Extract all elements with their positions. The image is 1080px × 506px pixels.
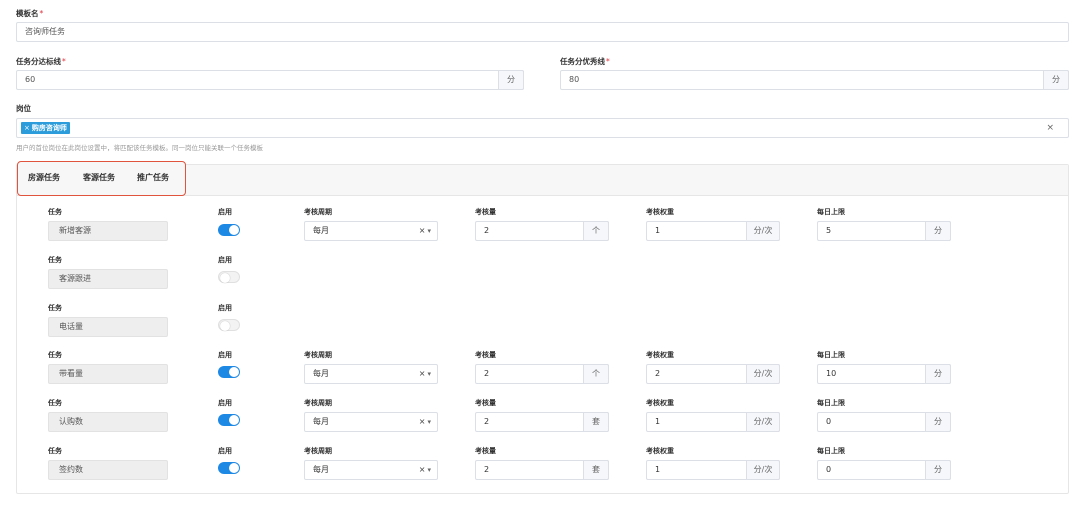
excellent-line-input[interactable]: 80 分 <box>560 70 1069 90</box>
col-amount: 考核量 <box>475 447 496 455</box>
clear-icon[interactable]: × <box>419 226 426 235</box>
weight-input[interactable]: 1 分/次 <box>646 412 780 432</box>
task-name: 认购数 <box>48 412 168 432</box>
tab-customer-tasks[interactable]: 客源任务 <box>83 172 115 183</box>
weight-unit: 分/次 <box>746 221 780 241</box>
limit-unit: 分 <box>925 460 951 480</box>
col-weight: 考核权重 <box>646 351 674 359</box>
position-multiselect[interactable]: × 购房咨询师 × <box>16 118 1069 138</box>
amount-input[interactable]: 2个 <box>475 364 609 384</box>
amount-unit: 套 <box>583 460 609 480</box>
chevron-down-icon: ▾ <box>427 227 431 235</box>
enable-toggle[interactable] <box>218 319 240 331</box>
period-select[interactable]: 每月 × ▾ <box>304 460 438 480</box>
period-select[interactable]: 每月 × ▾ <box>304 221 438 241</box>
col-weight: 考核权重 <box>646 399 674 407</box>
col-daily-limit: 每日上限 <box>817 399 845 407</box>
clear-icon[interactable]: × <box>419 417 426 426</box>
col-period: 考核周期 <box>304 208 332 216</box>
excellent-line-unit: 分 <box>1043 70 1069 90</box>
enable-toggle[interactable] <box>218 462 240 474</box>
col-daily-limit: 每日上限 <box>817 208 845 216</box>
col-task: 任务 <box>48 447 62 455</box>
amount-input[interactable]: 2套 <box>475 412 609 432</box>
col-daily-limit: 每日上限 <box>817 447 845 455</box>
weight-unit: 分/次 <box>746 412 780 432</box>
col-task: 任务 <box>48 351 62 359</box>
limit-input[interactable]: 10 分 <box>817 364 951 384</box>
task-name: 客源跟进 <box>48 269 168 289</box>
enable-toggle[interactable] <box>218 224 240 236</box>
col-task: 任务 <box>48 304 62 312</box>
amount-input[interactable]: 2套 <box>475 460 609 480</box>
col-period: 考核周期 <box>304 447 332 455</box>
col-weight: 考核权重 <box>646 208 674 216</box>
tag-remove-icon[interactable]: × <box>24 124 30 132</box>
task-panel: 房源任务 客源任务 推广任务 <box>16 161 1069 494</box>
tab-bar: 房源任务 客源任务 推广任务 <box>17 161 1068 196</box>
task-name: 签约数 <box>48 460 168 480</box>
template-name-label: 模板名* <box>16 9 44 18</box>
limit-unit: 分 <box>925 412 951 432</box>
enable-toggle[interactable] <box>218 366 240 378</box>
chevron-down-icon: ▾ <box>427 370 431 378</box>
tab-property-tasks[interactable]: 房源任务 <box>28 172 60 183</box>
amount-unit: 个 <box>583 221 609 241</box>
period-select[interactable]: 每月 × ▾ <box>304 412 438 432</box>
limit-unit: 分 <box>925 221 951 241</box>
clear-icon[interactable]: × <box>419 465 426 474</box>
limit-input[interactable]: 0分 <box>817 460 951 480</box>
task-name: 带看量 <box>48 364 168 384</box>
limit-unit: 分 <box>925 364 951 384</box>
task-name: 新增客源 <box>48 221 168 241</box>
col-enabled: 启用 <box>218 256 232 264</box>
col-task: 任务 <box>48 208 62 216</box>
col-enabled: 启用 <box>218 447 232 455</box>
weight-input[interactable]: 1 分/次 <box>646 221 780 241</box>
col-task: 任务 <box>48 256 62 264</box>
weight-unit: 分/次 <box>746 364 780 384</box>
amount-unit: 套 <box>583 412 609 432</box>
pass-line-label: 任务分达标线* <box>16 57 66 66</box>
col-enabled: 启用 <box>218 399 232 407</box>
col-period: 考核周期 <box>304 351 332 359</box>
weight-input[interactable]: 2 分/次 <box>646 364 780 384</box>
amount-input[interactable]: 2个 <box>475 221 609 241</box>
tabs-highlight: 房源任务 客源任务 推广任务 <box>17 161 186 196</box>
weight-unit: 分/次 <box>746 460 780 480</box>
col-amount: 考核量 <box>475 351 496 359</box>
weight-input[interactable]: 1 分/次 <box>646 460 780 480</box>
clear-icon[interactable]: × <box>1046 119 1054 137</box>
col-weight: 考核权重 <box>646 447 674 455</box>
period-select[interactable]: 每月 × ▾ <box>304 364 438 384</box>
task-name: 电话量 <box>48 317 168 337</box>
col-amount: 考核量 <box>475 399 496 407</box>
chevron-down-icon: ▾ <box>427 466 431 474</box>
chevron-down-icon: ▾ <box>427 418 431 426</box>
tab-promotion-tasks[interactable]: 推广任务 <box>137 172 169 183</box>
pass-line-input[interactable]: 60 分 <box>16 70 524 90</box>
col-daily-limit: 每日上限 <box>817 351 845 359</box>
limit-input[interactable]: 5分 <box>817 221 951 241</box>
excellent-line-label: 任务分优秀线* <box>560 57 610 66</box>
limit-input[interactable]: 0分 <box>817 412 951 432</box>
clear-icon[interactable]: × <box>419 369 426 378</box>
col-enabled: 启用 <box>218 208 232 216</box>
pass-line-unit: 分 <box>498 70 524 90</box>
enable-toggle[interactable] <box>218 271 240 283</box>
col-amount: 考核量 <box>475 208 496 216</box>
col-period: 考核周期 <box>304 399 332 407</box>
enable-toggle[interactable] <box>218 414 240 426</box>
col-enabled: 启用 <box>218 304 232 312</box>
col-enabled: 启用 <box>218 351 232 359</box>
col-task: 任务 <box>48 399 62 407</box>
amount-unit: 个 <box>583 364 609 384</box>
position-label: 岗位 <box>16 104 31 113</box>
position-hint: 用户的首位岗位在此岗位设置中，将匹配该任务模板。同一岗位只能关联一个任务模板 <box>16 144 263 152</box>
template-name-input[interactable]: 咨询师任务 <box>16 22 1069 42</box>
position-tag[interactable]: × 购房咨询师 <box>21 122 70 134</box>
